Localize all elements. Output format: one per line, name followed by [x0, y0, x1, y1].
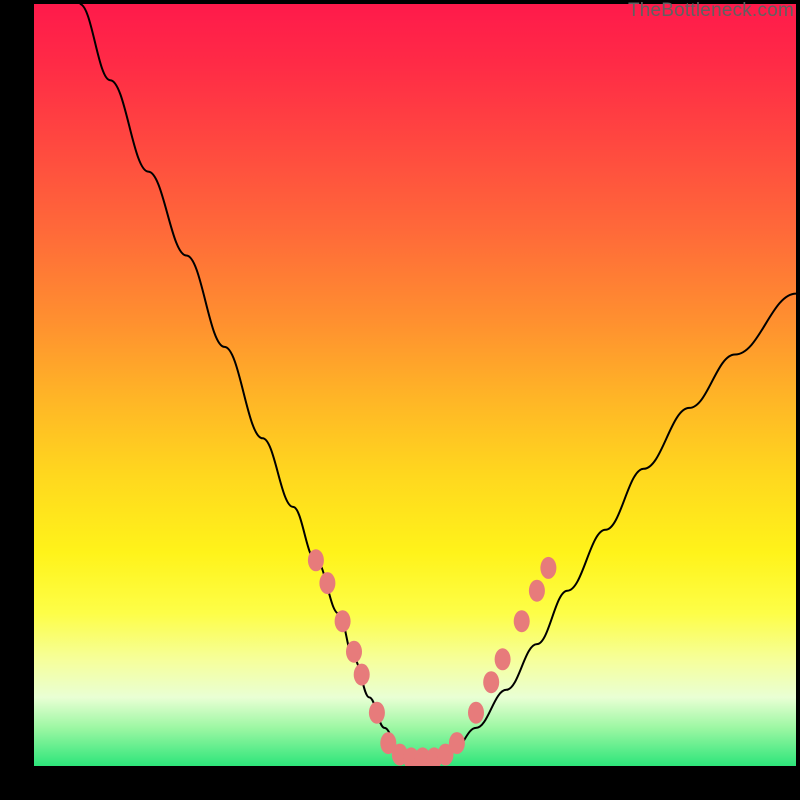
bead-marker	[369, 702, 385, 724]
bead-marker	[308, 549, 324, 571]
chart-svg	[34, 4, 796, 766]
highlight-beads	[308, 549, 557, 766]
bead-marker	[483, 671, 499, 693]
bead-marker	[335, 610, 351, 632]
bead-marker	[529, 580, 545, 602]
bead-marker	[540, 557, 556, 579]
app-frame: TheBottleneck.com	[0, 0, 800, 800]
bead-marker	[495, 648, 511, 670]
plot-area	[34, 4, 796, 766]
bead-marker	[514, 610, 530, 632]
bead-marker	[354, 664, 370, 686]
watermark: TheBottleneck.com	[628, 0, 794, 22]
bead-marker	[468, 702, 484, 724]
bead-marker	[449, 732, 465, 754]
bead-marker	[346, 641, 362, 663]
bottleneck-curve	[80, 4, 796, 758]
bead-marker	[319, 572, 335, 594]
